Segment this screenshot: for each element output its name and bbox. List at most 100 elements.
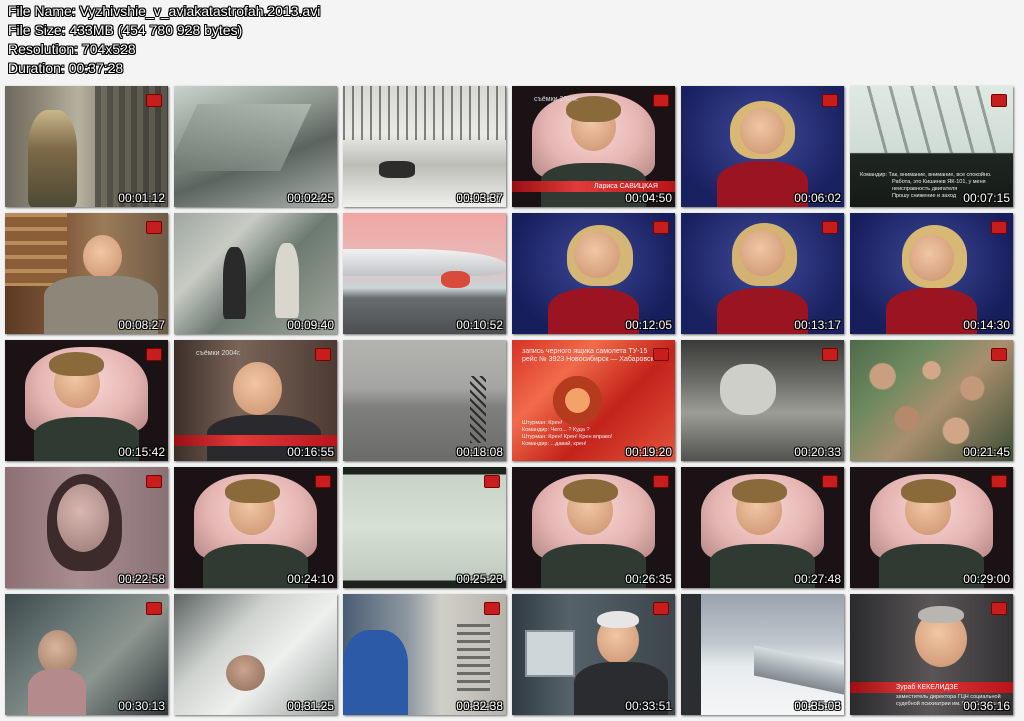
dialog-line: Командир: ...давай, крен! [522,441,587,447]
thumbnail-9[interactable]: 00:10:52 [343,213,506,334]
overlay-top-text: съёмки 2004г. [534,96,579,103]
channel-logo-icon [653,348,669,361]
channel-logo-icon [822,475,838,488]
timestamp: 00:19:20 [625,445,672,459]
timestamp: 00:12:05 [625,318,672,332]
channel-logo-icon [822,221,838,234]
channel-logo-icon [991,348,1007,361]
overlay-name-text: Зураб КЕКЕЛИДЗЕ [896,684,959,691]
timestamp: 00:31:25 [287,699,334,713]
thumbnail-29[interactable]: 00:35:03 [681,594,844,715]
thumbnail-23[interactable]: 00:27:48 [681,467,844,588]
channel-logo-icon [822,348,838,361]
thumbnail-12[interactable]: 00:14:30 [850,213,1013,334]
thumbnail-15[interactable]: 00:18:08 [343,340,506,461]
duration: Duration: 00:37:28 [8,60,124,76]
thumbnail-26[interactable]: 00:31:25 [174,594,337,715]
caption-line: Командир: Так, внимание, внимание, все с… [860,172,992,178]
timestamp: 00:06:02 [794,191,841,205]
timestamp: 00:04:50 [625,191,672,205]
timestamp: 00:02:25 [287,191,334,205]
thumbnail-13[interactable]: 00:15:42 [5,340,168,461]
timestamp: 00:29:00 [963,572,1010,586]
timestamp: 00:36:16 [963,699,1010,713]
timestamp: 00:16:55 [287,445,334,459]
timestamp: 00:14:30 [963,318,1010,332]
thumbnail-20[interactable]: 00:24:10 [174,467,337,588]
channel-logo-icon [484,475,500,488]
thumbnail-10[interactable]: 00:12:05 [512,213,675,334]
channel-logo-icon [146,475,162,488]
thumbnail-28[interactable]: 00:33:51 [512,594,675,715]
file-name: File Name: Vyzhivshie_v_aviakatastrofah.… [8,3,321,19]
thumbnail-21[interactable]: 00:25:23 [343,467,506,588]
channel-logo-icon [484,602,500,615]
channel-logo-icon [991,475,1007,488]
timestamp: 00:24:10 [287,572,334,586]
dialog-line: Штурман: Крен! [522,420,563,426]
timestamp: 00:32:38 [456,699,503,713]
thumbnail-8[interactable]: 00:09:40 [174,213,337,334]
timestamp: 00:27:48 [794,572,841,586]
timestamp: 00:30:13 [118,699,165,713]
thumbnail-14[interactable]: съёмки 2004г. 00:16:55 [174,340,337,461]
file-info-header: File Name: Vyzhivshie_v_aviakatastrofah.… [8,2,320,78]
overlay-name-text: Лариса САВИЦКАЯ [594,183,658,190]
timestamp: 00:22:58 [118,572,165,586]
timestamp: 00:15:42 [118,445,165,459]
channel-logo-icon [653,475,669,488]
thumbnail-18[interactable]: 00:21:45 [850,340,1013,461]
channel-logo-icon [146,94,162,107]
overlay-top-text: съёмки 2004г. [196,350,241,357]
channel-logo-icon [315,348,331,361]
timestamp: 00:21:45 [963,445,1010,459]
thumbnail-2[interactable]: 00:02:25 [174,86,337,207]
blank-frame-scene [343,467,506,588]
channel-logo-icon [991,94,1007,107]
caption-line: Прошу снижение и заход [892,193,957,199]
channel-logo-icon [146,348,162,361]
channel-logo-icon [653,221,669,234]
thumbnail-4[interactable]: съёмки 2004г. Лариса САВИЦКАЯ 00:04:50 [512,86,675,207]
channel-logo-icon [146,602,162,615]
channel-logo-icon [991,602,1007,615]
thumbnail-22[interactable]: 00:26:35 [512,467,675,588]
timestamp: 00:18:08 [456,445,503,459]
caption-line: рейс № 3923 Новосибирск — Хабаровск [522,356,654,363]
channel-logo-icon [146,221,162,234]
channel-logo-icon [822,94,838,107]
thumbnail-5[interactable]: 00:06:02 [681,86,844,207]
timestamp: 00:20:33 [794,445,841,459]
thumbnail-30[interactable]: Зураб КЕКЕЛИДЗЕ заместитель директора ГЦ… [850,594,1013,715]
dialog-line: Штурман: Крен! Крен! Крен вправо! [522,434,613,440]
thumbnail-16[interactable]: запись черного ящика самолета ТУ-15 рейс… [512,340,675,461]
thumbnail-17[interactable]: 00:20:33 [681,340,844,461]
file-size: File Size: 433MB (454 780 928 bytes) [8,22,243,38]
caption-line: Работа, это Кишинев ЯК-101, у меня [892,179,986,185]
thumbnail-1[interactable]: 00:01:12 [5,86,168,207]
thumbnail-24[interactable]: 00:29:00 [850,467,1013,588]
timestamp: 00:09:40 [287,318,334,332]
caption-line: неисправность двигателя [892,186,958,192]
channel-logo-icon [653,602,669,615]
channel-logo-icon [653,94,669,107]
timestamp: 00:13:17 [794,318,841,332]
timestamp: 00:10:52 [456,318,503,332]
timestamp: 00:01:12 [118,191,165,205]
thumbnail-7[interactable]: 00:08:27 [5,213,168,334]
channel-logo-icon [315,475,331,488]
timestamp: 00:25:23 [456,572,503,586]
caption-line: запись черного ящика самолета ТУ-15 [522,348,648,355]
dialog-line: Командир: Чего... ? Куда ? [522,427,590,433]
thumbnail-3[interactable]: 00:03:37 [343,86,506,207]
thumbnail-6[interactable]: Командир: Так, внимание, внимание, все с… [850,86,1013,207]
channel-logo-icon [991,221,1007,234]
timestamp: 00:26:35 [625,572,672,586]
thumbnail-11[interactable]: 00:13:17 [681,213,844,334]
thumbnail-27[interactable]: 00:32:38 [343,594,506,715]
thumbnail-19[interactable]: 00:22:58 [5,467,168,588]
hospital-bed-scene [174,594,337,715]
timestamp: 00:08:27 [118,318,165,332]
timestamp: 00:35:03 [794,699,841,713]
thumbnail-25[interactable]: 00:30:13 [5,594,168,715]
